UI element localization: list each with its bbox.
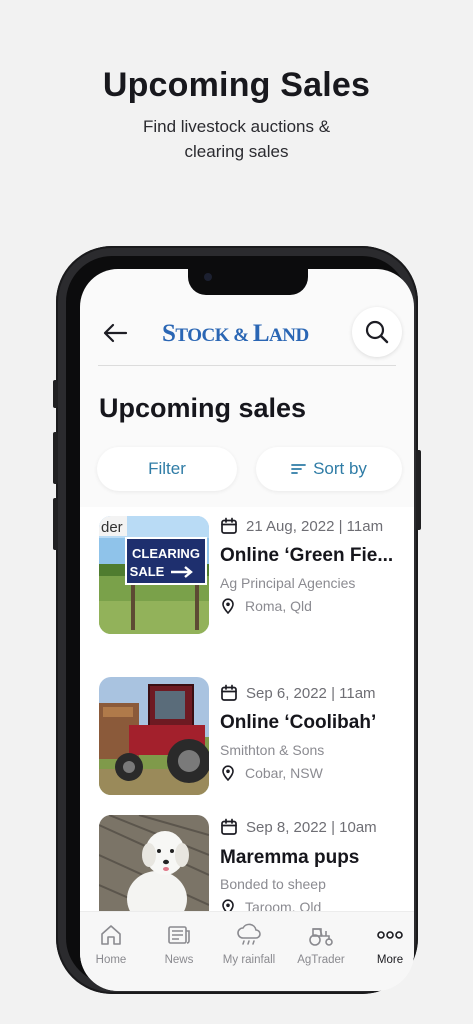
location-pin-icon: [220, 598, 236, 614]
phone-side-button: [53, 380, 58, 408]
sales-list: CLEARING SALE der 21 Aug, 2022 | 11am On…: [80, 507, 414, 911]
tab-more[interactable]: More: [355, 922, 414, 966]
sale-card[interactable]: Sep 8, 2022 | 10am Maremma pups Bonded t…: [80, 815, 414, 911]
camera-icon: [204, 273, 212, 281]
promo-subtitle-line-2: clearing sales: [184, 142, 289, 161]
sale-agent: Ag Principal Agencies: [220, 575, 356, 591]
sale-title: Maremma pups: [220, 847, 360, 868]
tab-agtrader-label: AgTrader: [297, 954, 345, 966]
tab-agtrader[interactable]: AgTrader: [286, 922, 356, 966]
tab-home[interactable]: Home: [80, 922, 146, 966]
sale-title: Online ‘Coolibah’: [220, 712, 377, 733]
sale-date: 21 Aug, 2022 | 11am: [220, 517, 383, 535]
page-title: Upcoming sales: [99, 393, 307, 423]
tab-my-rainfall[interactable]: My rainfall: [214, 922, 284, 966]
tractor-image: [99, 677, 209, 795]
phone-volume-up: [53, 432, 58, 484]
sale-location: Cobar, NSW: [220, 765, 323, 781]
sale-card[interactable]: Sep 6, 2022 | 11am Online ‘Coolibah’ Smi…: [80, 676, 414, 801]
filter-button[interactable]: Filter: [97, 447, 237, 491]
tab-more-label: More: [376, 954, 404, 966]
home-icon: [80, 922, 146, 948]
bottom-tab-bar: Home News My rainfall AgTrader More: [80, 911, 414, 991]
calendar-icon: [220, 517, 238, 535]
phone-frame: STOCK & LAND Upcoming sales Filter Sort …: [53, 246, 421, 994]
sale-location: Taroom, Qld: [220, 899, 321, 911]
calendar-icon: [220, 684, 238, 702]
maremma-pup-image: [99, 815, 209, 911]
location-pin-icon: [220, 765, 236, 781]
sale-location-text: Cobar, NSW: [245, 765, 323, 781]
stock-and-land-logo[interactable]: STOCK & LAND: [162, 320, 332, 350]
more-dots-icon: [355, 922, 414, 948]
corner-text: der: [101, 519, 123, 536]
news-icon: [144, 922, 214, 948]
sale-card[interactable]: CLEARING SALE der 21 Aug, 2022 | 11am On…: [80, 515, 414, 640]
search-button[interactable]: [352, 307, 402, 357]
sale-location-text: Taroom, Qld: [245, 899, 322, 911]
sort-icon: [291, 462, 307, 476]
phone-power-button: [416, 450, 421, 530]
search-icon: [365, 320, 389, 344]
promo-title: Upcoming Sales: [102, 66, 371, 104]
back-button[interactable]: [100, 319, 130, 347]
phone-volume-down: [53, 498, 58, 550]
phone-bezel: STOCK & LAND Upcoming sales Filter Sort …: [66, 256, 414, 991]
promo-subtitle-line-1: Find livestock auctions &: [142, 117, 331, 136]
location-pin-icon: [220, 899, 236, 911]
promo-subtitle: Find livestock auctions & clearing sales: [0, 114, 473, 164]
back-arrow-icon: [103, 323, 128, 343]
tab-my-rainfall-label: My rainfall: [222, 954, 276, 966]
sale-agent: Bonded to sheep: [220, 876, 326, 892]
sort-by-button[interactable]: Sort by: [256, 447, 402, 491]
calendar-icon: [220, 818, 238, 836]
app-screen: STOCK & LAND Upcoming sales Filter Sort …: [80, 269, 414, 991]
sign-text-bottom: SALE: [130, 564, 165, 579]
sale-date-text: Sep 8, 2022 | 10am: [246, 818, 377, 836]
tractor-icon: [286, 922, 356, 948]
clearing-sale-sign-image: CLEARING SALE der: [99, 516, 209, 634]
sale-date-text: 21 Aug, 2022 | 11am: [246, 517, 384, 535]
rain-cloud-icon: [214, 922, 284, 948]
sale-location: Roma, Qld: [220, 598, 312, 614]
sale-location-text: Roma, Qld: [245, 598, 312, 614]
app-header: STOCK & LAND: [80, 303, 414, 361]
tab-news[interactable]: News: [144, 922, 214, 966]
sale-date: Sep 6, 2022 | 11am: [220, 684, 376, 702]
header-divider: [98, 365, 396, 366]
tab-home-label: Home: [95, 954, 127, 966]
sale-date: Sep 8, 2022 | 10am: [220, 818, 377, 836]
sale-date-text: Sep 6, 2022 | 11am: [246, 684, 376, 702]
sale-title: Online ‘Green Fie...: [220, 545, 394, 566]
sign-text-top: CLEARING: [132, 546, 200, 561]
sale-agent: Smithton & Sons: [220, 742, 325, 758]
sort-by-label: Sort by: [313, 459, 367, 478]
phone-notch: [188, 269, 308, 295]
tab-news-label: News: [164, 954, 194, 966]
filter-label: Filter: [148, 459, 186, 478]
